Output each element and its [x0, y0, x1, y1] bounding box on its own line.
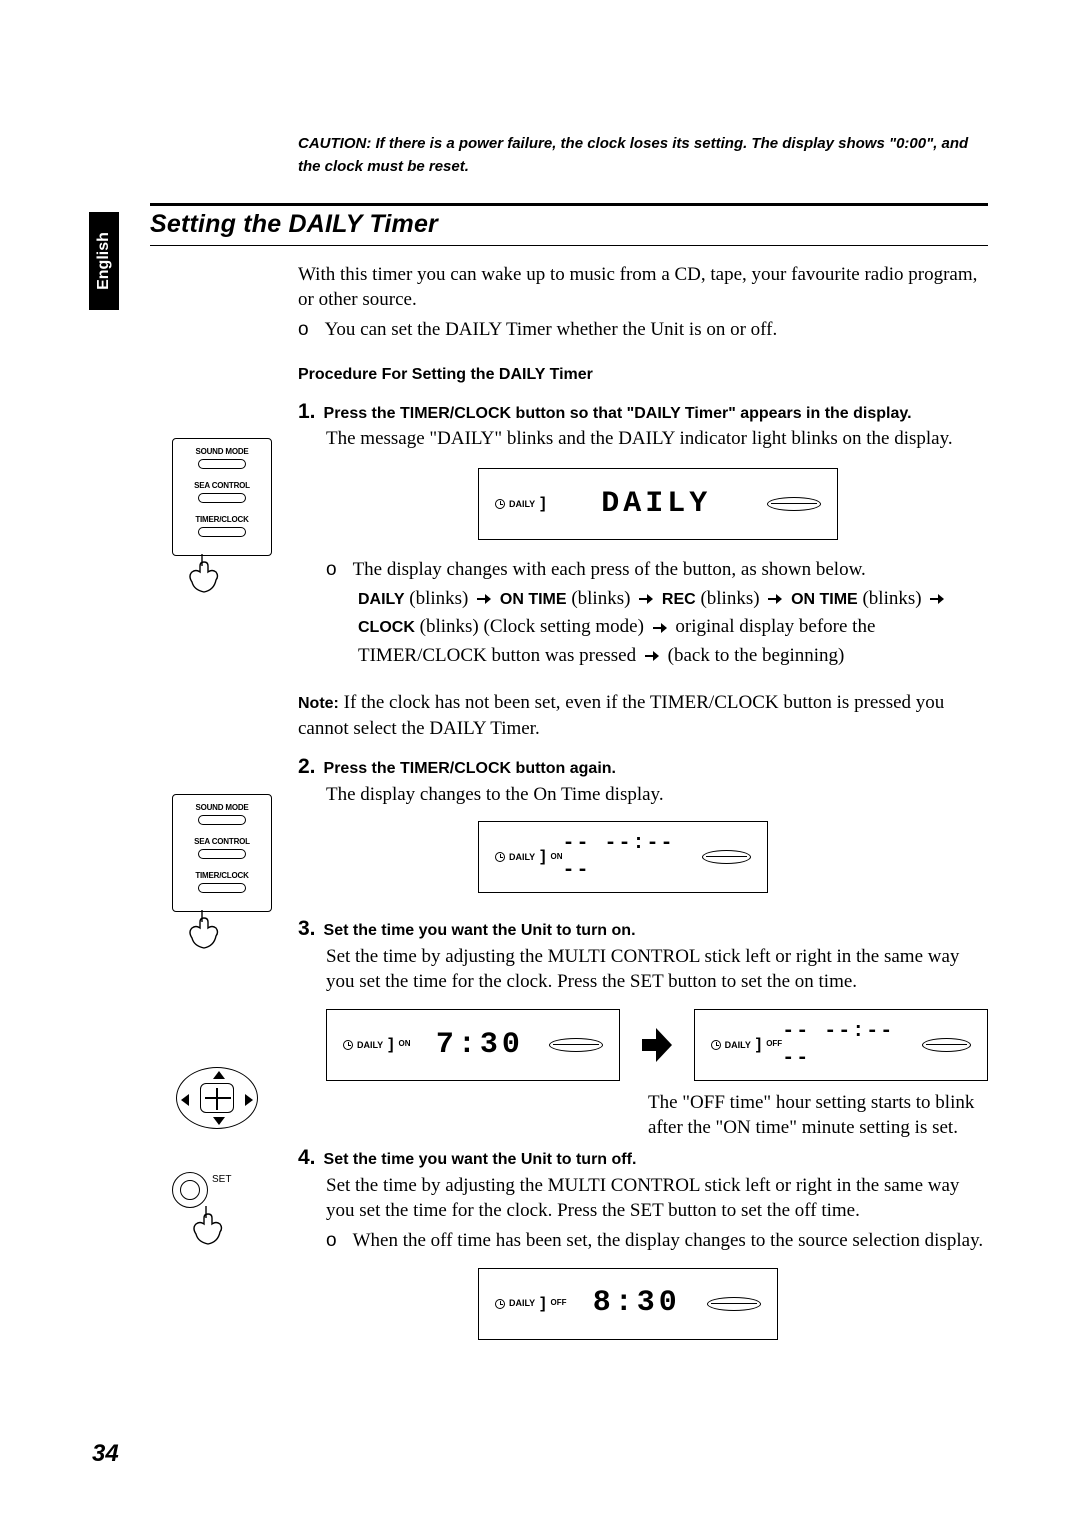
section-title: Setting the DAILY Timer — [150, 210, 988, 239]
language-tab-text: English — [95, 232, 113, 290]
step-3-title: Set the time you want the Unit to turn o… — [324, 920, 636, 942]
step-1: 1. Press the TIMER/CLOCK button so that … — [298, 398, 988, 741]
badge-daily-text: DAILY — [509, 498, 535, 510]
arrow-right-icon — [768, 594, 782, 604]
clock-icon — [343, 1040, 353, 1050]
hand-icon — [176, 1204, 272, 1248]
hand-icon — [172, 908, 272, 952]
display-offtime-blank-text: -- --:-- -- — [782, 1018, 922, 1072]
remote-illustration-2: SOUND MODE SEA CONTROL TIMER/CLOCK — [172, 794, 272, 952]
display-daily: DAILY] DAILY — [478, 468, 838, 540]
flow-intro: The display changes with each press of t… — [353, 556, 866, 585]
disc-icon — [922, 1038, 971, 1052]
display-offtime-830: DAILY]OFF 8:30 — [478, 1268, 778, 1340]
disc-icon — [767, 497, 821, 511]
step-1-body: The message "DAILY" blinks and the DAILY… — [326, 426, 988, 452]
step-4-bullet: When the off time has been set, the disp… — [353, 1228, 984, 1254]
flow-sequence: DAILY (blinks) ON TIME (blinks) REC (bli… — [358, 585, 988, 671]
step-1-title: Press the TIMER/CLOCK button so that "DA… — [324, 403, 912, 425]
note-label: Note: — [298, 695, 339, 712]
step-1-num: 1. — [298, 398, 316, 426]
display-offtime-830-text: 8:30 — [593, 1283, 681, 1324]
step-4-body: Set the time by adjusting the MULTI CONT… — [326, 1173, 988, 1224]
bullet-marker: o — [326, 556, 337, 585]
label-sea-control: SEA CONTROL — [194, 481, 250, 490]
label-timer-clock: TIMER/CLOCK — [195, 515, 248, 524]
display-daily-text: DAILY — [601, 484, 711, 525]
set-label: SET — [212, 1174, 231, 1185]
set-button-illustration: SET — [172, 1172, 272, 1248]
step-2: 2. Press the TIMER/CLOCK button again. T… — [298, 753, 988, 893]
step-3-num: 3. — [298, 915, 316, 943]
rule-under-title — [150, 245, 988, 246]
arrow-right-icon — [653, 623, 667, 633]
step-2-num: 2. — [298, 753, 316, 781]
clock-icon — [495, 499, 505, 509]
arrow-right-icon — [639, 594, 653, 604]
step-2-body: The display changes to the On Time displ… — [326, 782, 988, 808]
joystick-illustration — [172, 1060, 272, 1136]
remote-illustration-1: SOUND MODE SEA CONTROL TIMER/CLOCK — [172, 438, 272, 596]
clock-icon — [495, 1299, 505, 1309]
label-sound-mode: SOUND MODE — [195, 447, 248, 456]
intro-bullet: You can set the DAILY Timer whether the … — [325, 317, 778, 343]
page-number: 34 — [92, 1440, 119, 1468]
disc-icon — [549, 1038, 603, 1052]
clock-icon — [711, 1040, 721, 1050]
rule-top — [150, 203, 988, 206]
arrow-right-icon — [477, 594, 491, 604]
step-3: 3. Set the time you want the Unit to tur… — [298, 915, 988, 1140]
note-body: If the clock has not been set, even if t… — [298, 692, 944, 739]
hand-icon — [172, 552, 272, 596]
caution-text: CAUTION: If there is a power failure, th… — [298, 132, 988, 193]
display-ontime-730-text: 7:30 — [436, 1025, 524, 1066]
display-offtime-blank: DAILY]OFF -- --:-- -- — [694, 1009, 988, 1081]
step-4-title: Set the time you want the Unit to turn o… — [324, 1149, 637, 1171]
arrow-right-icon — [930, 594, 944, 604]
disc-icon — [707, 1297, 761, 1311]
step-4: 4. Set the time you want the Unit to tur… — [298, 1144, 988, 1339]
clock-icon — [495, 852, 505, 862]
step-4-num: 4. — [298, 1144, 316, 1172]
arrow-right-large-icon — [642, 1028, 671, 1062]
language-tab: English — [89, 212, 119, 310]
display-ontime-blank: DAILY]ON -- --:-- -- — [478, 821, 768, 893]
intro-text: With this timer you can wake up to music… — [298, 262, 988, 313]
step-3-body: Set the time by adjusting the MULTI CONT… — [326, 944, 988, 995]
disc-icon — [702, 850, 751, 864]
display-ontime-blank-text: -- --:-- -- — [563, 830, 703, 884]
arrow-right-icon — [645, 651, 659, 661]
procedure-heading: Procedure For Setting the DAILY Timer — [298, 364, 988, 386]
step-2-title: Press the TIMER/CLOCK button again. — [324, 758, 616, 780]
bullet-marker: o — [326, 1228, 337, 1254]
bullet-marker: o — [298, 317, 309, 343]
step-3-sidetext: The "OFF time" hour setting starts to bl… — [648, 1091, 988, 1140]
display-ontime-730: DAILY]ON 7:30 — [326, 1009, 620, 1081]
